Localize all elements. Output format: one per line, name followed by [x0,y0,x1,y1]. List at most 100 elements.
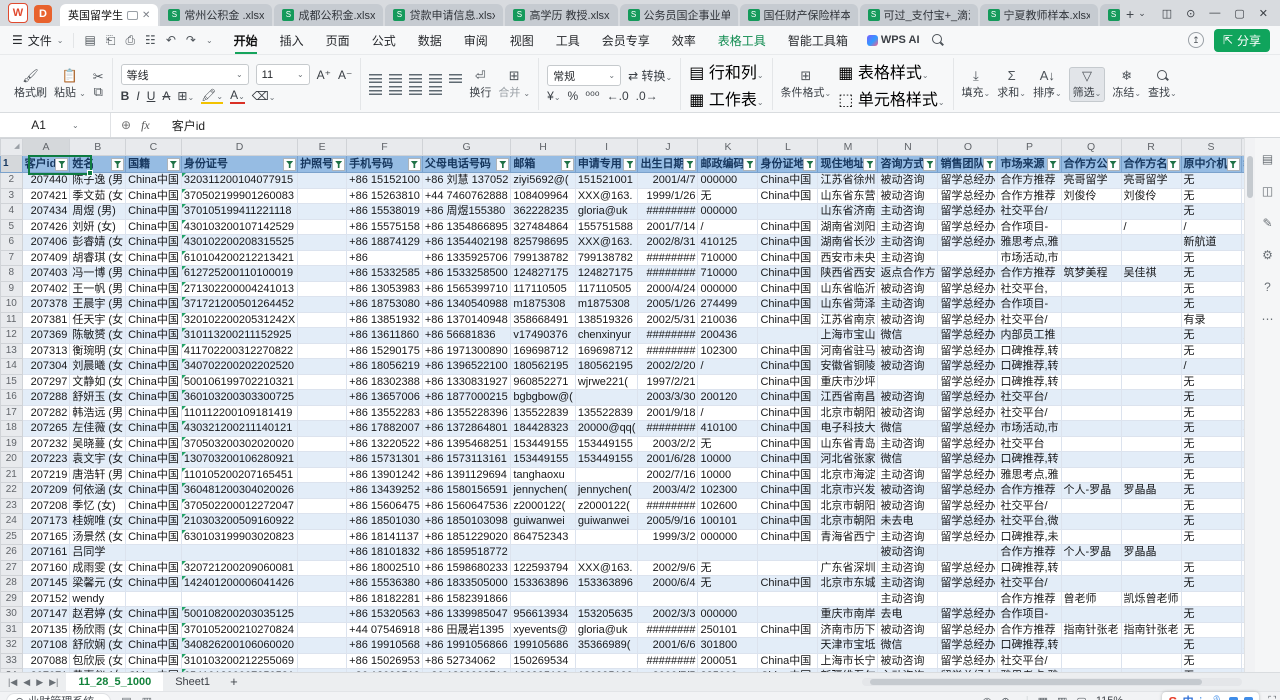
cell[interactable]: 何依涵 (女 [70,483,126,499]
cell[interactable]: 610104200212213421 [181,250,297,266]
filter-dropdown-button[interactable] [803,158,816,171]
cell[interactable] [1061,467,1121,483]
cell[interactable]: 无 [1181,436,1241,452]
fill-color-button[interactable]: 🖍⌄ [201,88,223,104]
worksheet-button[interactable]: ▦ 工作表⌄ [689,86,763,110]
cell[interactable]: 无 [1181,374,1241,390]
cell[interactable]: 410125 [698,235,758,251]
cell[interactable]: China中国 [758,436,818,452]
table-style-button[interactable]: ▦ 表格样式⌄ [838,59,944,83]
break-view-icon[interactable]: ▢ [1076,695,1086,700]
cell[interactable]: 2005/9/16 [638,514,698,530]
cell[interactable] [298,188,347,204]
cell[interactable]: China中国 [126,297,182,313]
cell[interactable] [298,483,347,499]
cell[interactable]: 被动咨询 [878,173,938,189]
cell[interactable]: 河北省张家 [818,452,878,468]
cell[interactable]: 胡睿琪 (女 [70,250,126,266]
cell[interactable] [298,235,347,251]
cell[interactable] [298,359,347,375]
cell[interactable]: 周江 [1241,638,1244,654]
cell[interactable]: 未分配 [1241,545,1244,561]
cell[interactable]: 社交平台,微 [998,514,1061,530]
row-number[interactable]: 1 [1,156,23,173]
column-header-K[interactable]: K [698,139,758,156]
cell[interactable]: 210303200509160922 [181,514,297,530]
percent-icon[interactable]: % [568,89,579,103]
cell[interactable]: 口碑推荐,转 [998,343,1061,359]
cell[interactable]: +86 1354402198 [422,235,510,251]
cell[interactable] [1121,514,1181,530]
align-top-icon[interactable] [369,74,382,83]
filter-header-cell[interactable]: 申请专用 [575,156,638,173]
cell[interactable] [1061,235,1121,251]
cell[interactable] [1121,250,1181,266]
column-header-B[interactable]: B [70,139,126,156]
cell[interactable]: 孟冉冉 [1241,219,1244,235]
redo-icon[interactable]: ↷ [186,33,196,47]
cell[interactable]: +86 1330831927 [422,374,510,390]
cell[interactable]: 文静如 (女 [70,374,126,390]
input-method-panel[interactable]: S 中 ’, 🎙 [1162,692,1259,700]
cell[interactable] [1061,638,1121,654]
cell[interactable]: 864752343 [511,529,575,545]
cell[interactable] [758,560,818,576]
cell[interactable] [575,591,638,607]
cell[interactable]: 320721200209060081 [181,560,297,576]
cell[interactable]: ######## [638,622,698,638]
filter-dropdown-button[interactable] [1107,158,1120,171]
cell[interactable]: +86 18101832 [347,545,423,561]
filter-dropdown-button[interactable] [111,158,124,171]
cell[interactable]: 无 [1181,560,1241,576]
cell[interactable]: +86 18302388 [347,374,423,390]
cell[interactable]: China中国 [758,235,818,251]
cell[interactable]: 成菲 [1241,529,1244,545]
cell[interactable]: +86 1395468251 [422,436,510,452]
cell[interactable]: China中国 [126,328,182,344]
cell[interactable]: +86 15026953 [347,653,423,669]
freeze-button[interactable]: ❄ 冻结⌄ [1112,69,1141,100]
cell[interactable]: +86 13053983 [347,281,423,297]
cell[interactable] [1061,250,1121,266]
row-number[interactable]: 11 [1,312,23,328]
wps-docs-icon[interactable]: D [34,5,52,23]
cell[interactable] [1061,576,1121,592]
filter-button[interactable]: ▽ 筛选⌄ [1069,67,1106,102]
cell[interactable] [758,328,818,344]
clear-format-button[interactable]: ⌫⌄ [252,89,276,103]
cell[interactable]: 无 [1181,483,1241,499]
cell[interactable]: +86 13851932 [347,312,423,328]
cell[interactable] [1061,514,1121,530]
document-tab[interactable]: 英国留学生✕ [60,4,158,26]
cell[interactable] [298,653,347,669]
cell[interactable]: 无 [1181,266,1241,282]
cell[interactable]: 留学总经办 [938,374,998,390]
cell[interactable]: 口碑推荐,未 [998,529,1061,545]
cell[interactable]: 北京市海淀 [818,467,878,483]
cell[interactable]: China中国 [758,483,818,499]
cell[interactable]: +86 1560647536 [422,498,510,514]
cell[interactable]: +86 1580156591 [422,483,510,499]
row-number[interactable]: 6 [1,235,23,251]
cell[interactable]: China中国 [126,638,182,654]
cell[interactable] [298,607,347,623]
cell[interactable]: 留学总经办 [938,405,998,421]
cell[interactable]: +86 13220522 [347,436,423,452]
cell[interactable]: +86 1598680233 [422,560,510,576]
cell[interactable]: 710000 [698,250,758,266]
cell[interactable]: China中国 [126,576,182,592]
cell[interactable]: 留学总经办 [938,235,998,251]
row-number[interactable]: 28 [1,576,23,592]
cell[interactable]: 刘素佳 [1241,188,1244,204]
cell[interactable]: +86 13901242 [347,467,423,483]
cell[interactable]: 曾老师 [1061,591,1121,607]
row-number[interactable]: 24 [1,514,23,530]
cell[interactable]: China中国 [126,359,182,375]
cell[interactable]: 207209 [22,483,70,499]
first-sheet-icon[interactable]: |◀ [8,677,17,688]
cell[interactable]: 200120 [698,390,758,406]
cell[interactable]: +86 1335925706 [422,250,510,266]
globe-icon[interactable]: ⊙ [1186,7,1195,20]
cell[interactable]: 天津市宝坻 [818,638,878,654]
wps-logo-icon[interactable]: W [8,3,28,23]
